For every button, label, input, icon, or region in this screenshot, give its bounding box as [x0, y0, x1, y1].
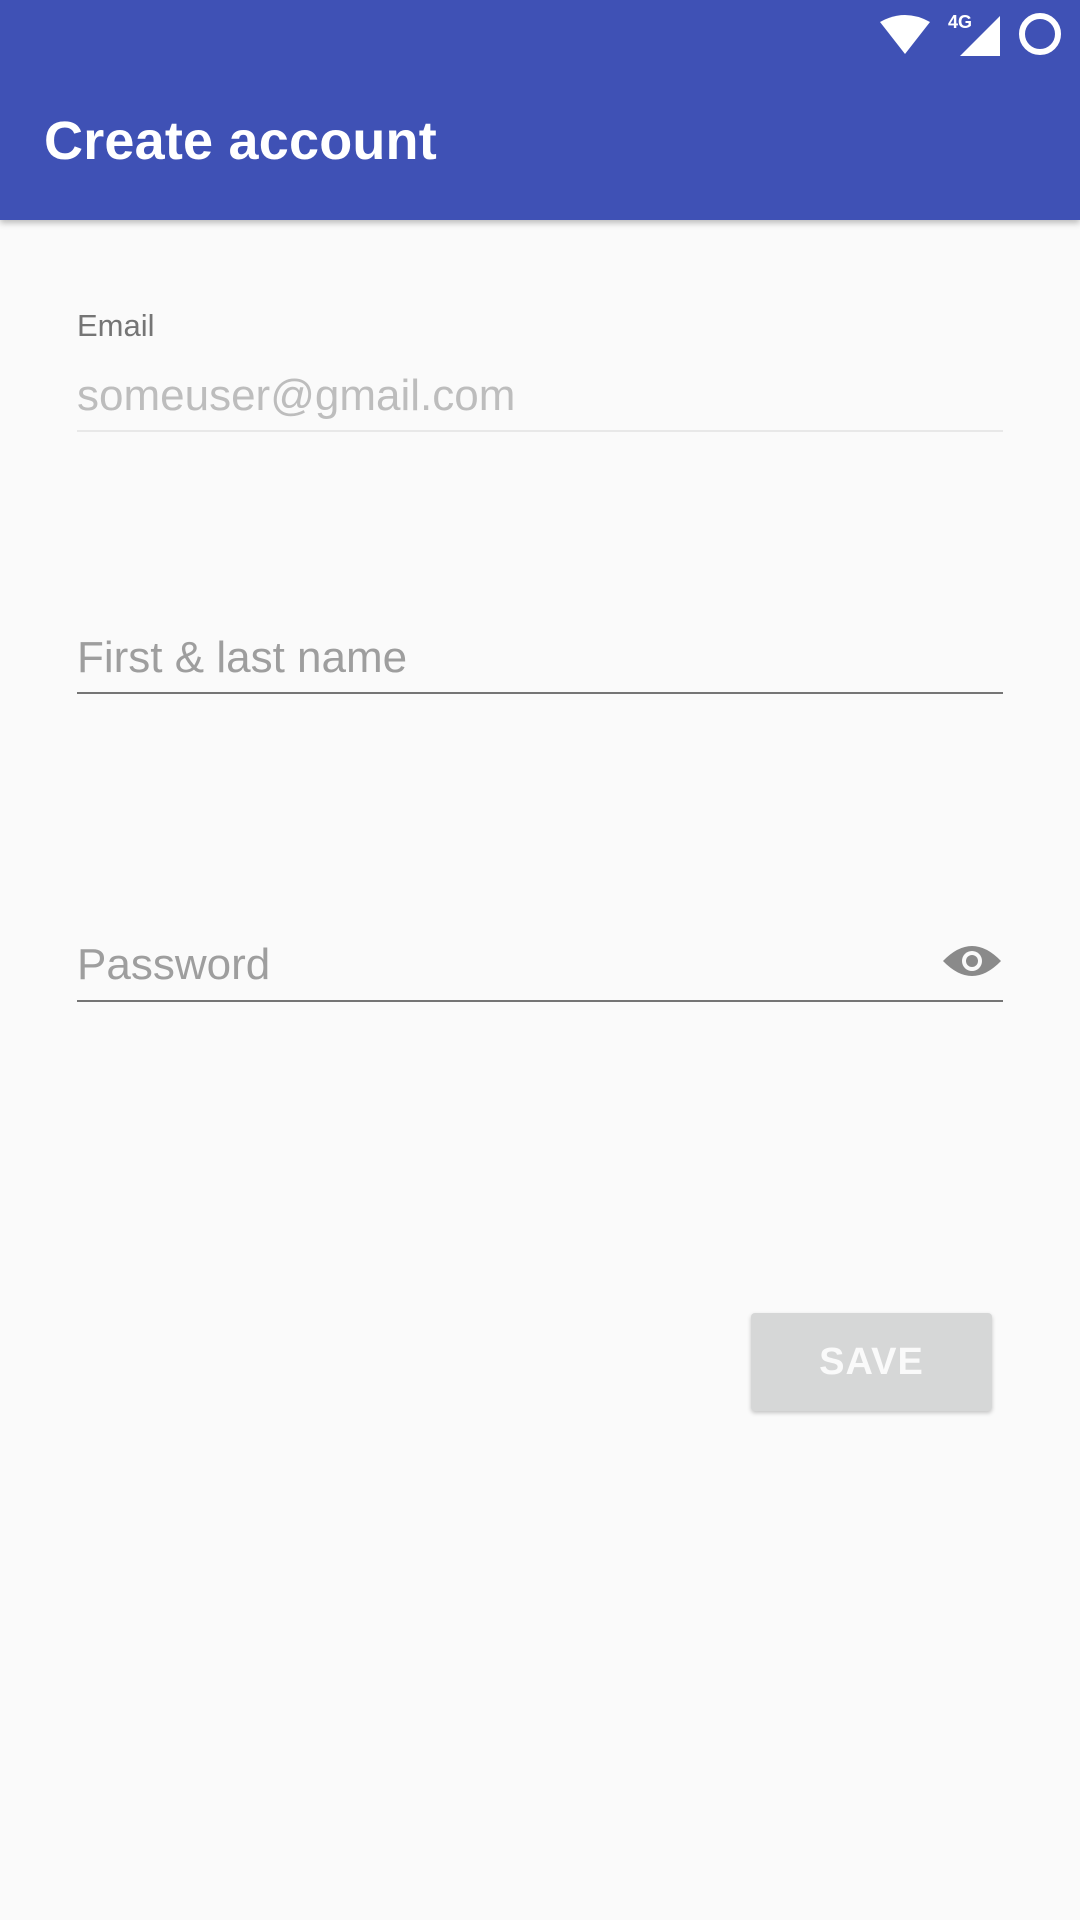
status-bar: 4G	[880, 10, 1062, 58]
name-field[interactable]: First & last name	[77, 630, 1003, 696]
create-account-screen: 4G Create account Email someuser@gmail.c…	[0, 0, 1080, 1920]
network-type-label: 4G	[948, 12, 972, 32]
page-title: Create account	[44, 111, 437, 171]
name-underline	[77, 692, 1003, 694]
password-placeholder: Password	[77, 940, 271, 989]
signal-4g-icon: 4G	[948, 12, 1000, 56]
email-value: someuser@gmail.com	[77, 371, 516, 420]
eye-icon[interactable]	[941, 941, 1003, 985]
password-underline	[77, 1000, 1003, 1002]
email-underline	[77, 430, 1003, 432]
email-field: Email someuser@gmail.com	[77, 310, 1003, 435]
wifi-icon	[880, 14, 930, 54]
email-label: Email	[77, 308, 155, 343]
save-button[interactable]: SAVE	[751, 1313, 992, 1411]
password-field[interactable]: Password	[77, 937, 1003, 1003]
name-placeholder: First & last name	[77, 633, 408, 682]
app-bar: 4G Create account	[0, 0, 1080, 220]
circle-status-icon	[1018, 12, 1062, 56]
